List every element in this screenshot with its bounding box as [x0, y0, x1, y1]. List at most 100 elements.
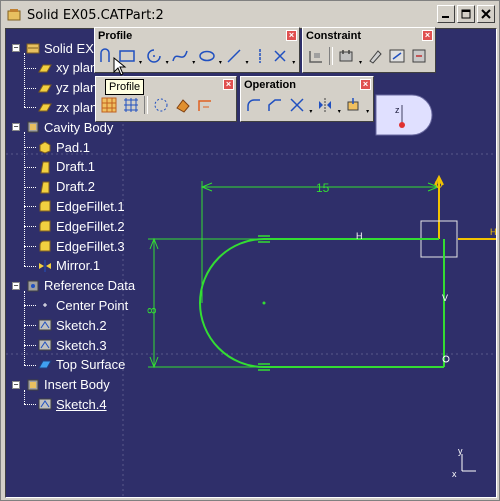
compass-z-label: z: [395, 105, 400, 115]
trim-icon[interactable]: [287, 95, 306, 115]
constraint-vertical-label: V: [442, 293, 448, 303]
tree-expander-icon[interactable]: −: [12, 281, 20, 290]
tree-item[interactable]: Sketch.2: [38, 316, 107, 334]
chamfer-icon[interactable]: [265, 95, 284, 115]
tree-item-label: Draft.1: [56, 159, 96, 175]
tree-connector: [24, 305, 36, 307]
tree-item-label: Mirror.1: [56, 258, 101, 274]
point-dropdown[interactable]: ▾: [292, 46, 297, 66]
triad-y-label: y: [458, 446, 463, 456]
dimension-icon[interactable]: [195, 95, 215, 115]
tree-item-label: Sketch.4: [56, 396, 107, 412]
tree-expander-icon[interactable]: −: [12, 380, 20, 389]
trim-dropdown[interactable]: ▾: [308, 95, 313, 115]
tree-item[interactable]: Draft.2: [38, 178, 95, 196]
catia-part-icon: [7, 9, 21, 21]
fillet-icon: [38, 199, 52, 213]
tree-item[interactable]: Insert Body: [26, 376, 110, 394]
tree-item[interactable]: Draft.1: [38, 158, 95, 176]
tree-item[interactable]: Center Point: [38, 296, 128, 314]
grid-icon[interactable]: [99, 95, 119, 115]
tools-separator: [144, 96, 148, 114]
fix-together-icon[interactable]: [336, 46, 356, 66]
sketch-icon: [38, 397, 52, 411]
cut-part-icon[interactable]: [173, 95, 193, 115]
reference-icon: [26, 279, 40, 293]
auto-constraint-icon[interactable]: [365, 46, 385, 66]
operation-toolbar-close[interactable]: ×: [360, 79, 371, 90]
sketch-icon: [38, 318, 52, 332]
arc[interactable]: [199, 238, 265, 368]
fillet-icon: [38, 239, 52, 253]
tree-item[interactable]: EdgeFillet.3: [38, 237, 125, 255]
tree-expander-icon[interactable]: −: [12, 123, 20, 132]
tree-connector: [24, 226, 36, 228]
tree-item[interactable]: Pad.1: [38, 138, 90, 156]
tree-connector: [24, 206, 36, 208]
symmetry-dropdown[interactable]: ▾: [337, 95, 342, 115]
spline-dropdown[interactable]: ▾: [192, 46, 197, 66]
tree-connector: [24, 147, 36, 148]
tree-connector: [24, 67, 36, 69]
dim-vertical-value[interactable]: 8: [145, 307, 159, 314]
profile-toolbar-close[interactable]: ×: [286, 30, 297, 41]
tree-expander-icon[interactable]: −: [12, 44, 20, 52]
tree-connector: [24, 186, 36, 188]
snap-icon[interactable]: [121, 95, 141, 115]
corner-icon[interactable]: [244, 95, 263, 115]
rectangle-dropdown[interactable]: ▾: [138, 46, 143, 66]
compass-icon[interactable]: z: [372, 91, 434, 143]
tree-item-label: Sketch.2: [56, 317, 107, 333]
project-3d-icon[interactable]: [344, 95, 363, 115]
tree-connector: [24, 246, 36, 247]
constraint-toolbar-title: Constraint: [306, 29, 361, 42]
project-3d-dropdown[interactable]: ▾: [365, 95, 370, 115]
symmetry-icon[interactable]: [315, 95, 334, 115]
tree-connector: [24, 107, 36, 109]
tree-item[interactable]: EdgeFillet.2: [38, 217, 125, 235]
close-button[interactable]: [477, 5, 495, 23]
tree-connector: [24, 389, 25, 405]
ellipse-icon[interactable]: [198, 46, 216, 66]
part-icon: [26, 41, 40, 55]
tree-item-label: Insert Body: [44, 377, 110, 393]
line-dropdown[interactable]: ▾: [245, 46, 250, 66]
tree-connector: [24, 87, 36, 89]
spline-icon[interactable]: [171, 46, 189, 66]
tree-item[interactable]: Reference Data: [26, 277, 135, 295]
tree-item-label: Draft.2: [56, 179, 96, 195]
maximize-button[interactable]: [457, 5, 475, 23]
plane-icon: [38, 61, 52, 75]
tree-connector: [24, 345, 36, 346]
tools-toolbar-close[interactable]: ×: [223, 79, 234, 90]
constraint-horizontal-label: H: [356, 231, 363, 241]
constraint-icon[interactable]: [306, 46, 326, 66]
tree-item[interactable]: Sketch.3: [38, 336, 107, 354]
animate-constraint-icon[interactable]: [387, 46, 407, 66]
tree-connector: [24, 404, 36, 406]
minimize-button[interactable]: [437, 5, 455, 23]
fix-together-dropdown[interactable]: ▾: [358, 46, 363, 66]
plane-icon: [38, 100, 52, 114]
construction-icon[interactable]: [151, 95, 171, 115]
tree-item[interactable]: Sketch.4: [38, 395, 107, 413]
tree-connector: [24, 265, 36, 267]
pad-icon: [38, 140, 52, 154]
tree-item[interactable]: Mirror.1: [38, 257, 100, 275]
tree-item[interactable]: Top Surface: [38, 356, 125, 374]
dim-horizontal-value[interactable]: 15: [316, 181, 330, 195]
edit-multi-constraint-icon[interactable]: [409, 46, 429, 66]
line-icon[interactable]: [225, 46, 243, 66]
point-icon[interactable]: [271, 46, 289, 66]
constraint-toolbar-close[interactable]: ×: [422, 30, 433, 41]
constraint-separator: [329, 47, 333, 65]
circle-icon[interactable]: [145, 46, 163, 66]
title-bar[interactable]: Solid EX05.CATPart:2: [3, 3, 497, 27]
body-icon: [26, 120, 40, 134]
tree-item[interactable]: EdgeFillet.1: [38, 197, 125, 215]
arc-center[interactable]: [262, 301, 266, 305]
mirror-icon: [38, 259, 52, 273]
ellipse-dropdown[interactable]: ▾: [218, 46, 223, 66]
circle-dropdown[interactable]: ▾: [165, 46, 170, 66]
axis-icon[interactable]: [251, 46, 269, 66]
